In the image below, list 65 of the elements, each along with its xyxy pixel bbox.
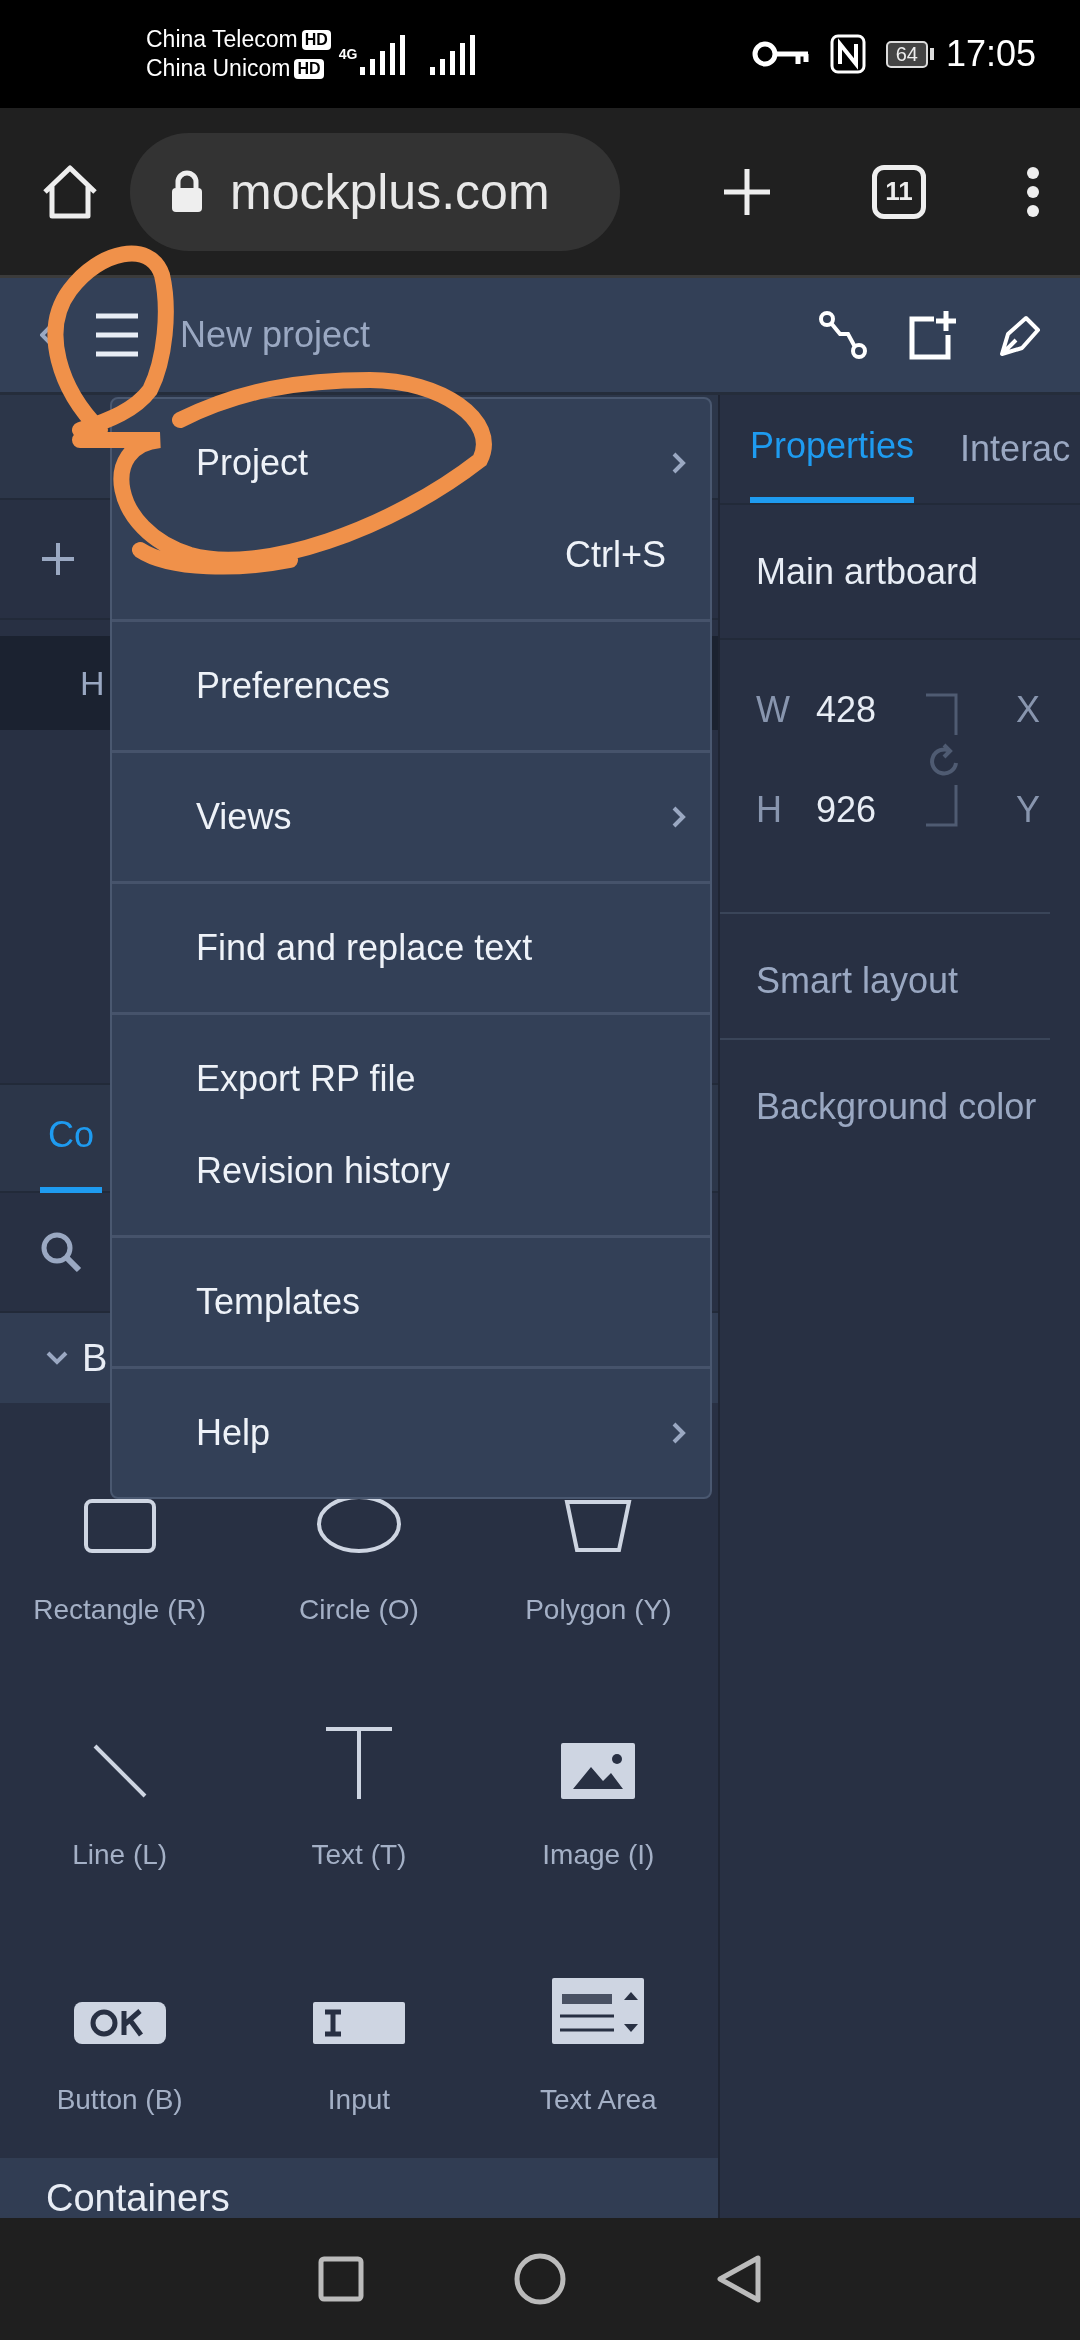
polygon-icon [563, 1498, 634, 1554]
menu-item[interactable]: Preferences [112, 640, 710, 732]
dimension-field[interactable]: 428 [816, 689, 926, 731]
section-title[interactable]: Containers [46, 2178, 230, 2218]
text-area-icon [552, 1978, 645, 2044]
project-title: New project [180, 314, 371, 356]
chevron-down-icon [46, 1351, 68, 1365]
signal-icon [357, 33, 408, 75]
address-bar[interactable]: mockplus.com [130, 132, 620, 251]
shortcut-text: Ctrl+S [564, 534, 666, 576]
section-title[interactable]: B [82, 1336, 108, 1380]
menu-item[interactable]: Revision history [112, 1125, 710, 1217]
rectangle-icon [82, 1498, 157, 1554]
menu-item[interactable]: Ctrl+S [112, 509, 710, 601]
component-label[interactable]: Rectangle (R) [33, 1594, 207, 1626]
component-label[interactable]: Button (B) [56, 2084, 183, 2116]
key-icon [751, 40, 810, 68]
section-title[interactable]: Smart layout [720, 914, 1050, 1040]
component-label[interactable]: Input [327, 2084, 391, 2116]
component-label[interactable]: Polygon (Y) [525, 1594, 672, 1626]
menu-item[interactable]: Views [112, 771, 710, 863]
component-label[interactable]: Image (I) [542, 1839, 655, 1871]
artboard-name: Main artboard [756, 550, 979, 593]
add-artboard-icon[interactable] [908, 309, 958, 361]
network-type: 4G [338, 46, 358, 62]
panel-tab[interactable]: Interac [960, 395, 1071, 503]
recent-apps-icon[interactable] [318, 2256, 364, 2302]
component-label[interactable]: Line (L) [72, 1839, 168, 1871]
back-icon[interactable] [716, 2254, 762, 2304]
component-label[interactable]: Circle (O) [299, 1594, 419, 1626]
more-icon[interactable] [1026, 165, 1040, 218]
menu-item[interactable]: Templates [112, 1256, 710, 1348]
battery-indicator: 64 [885, 40, 934, 68]
dimension-field[interactable]: 926 [816, 789, 926, 831]
menu-item[interactable]: Help [112, 1387, 710, 1479]
field-label: W [756, 689, 791, 731]
section-title[interactable]: Background color [720, 1040, 1050, 1164]
text-icon [326, 1727, 392, 1799]
carrier-name: China Unicom [146, 55, 291, 82]
field-label: X [1016, 689, 1041, 731]
panel-tab[interactable]: Properties [750, 395, 915, 503]
hd-badge: HD [294, 58, 324, 79]
home-icon[interactable] [514, 2253, 566, 2305]
field-label: H [756, 789, 783, 831]
clock-time: 17:05 [945, 33, 1036, 75]
line-icon [91, 1743, 148, 1799]
menu-item[interactable]: Export RP file [112, 1033, 710, 1125]
ok-button-icon [73, 2002, 166, 2044]
signal-icon [427, 33, 478, 75]
menu-item[interactable]: Find and replace text [112, 902, 710, 994]
field-label: Y [1016, 789, 1041, 831]
image-icon [561, 1743, 636, 1799]
carrier-name: China Telecom [146, 26, 298, 53]
panel-tab[interactable]: Co [40, 1083, 103, 1193]
search-icon[interactable] [40, 1231, 82, 1273]
menu-item[interactable]: Project [112, 417, 710, 509]
connection-icon[interactable] [818, 310, 868, 360]
input-icon [313, 2002, 405, 2044]
hd-badge: HD [301, 29, 331, 50]
nfc-icon [829, 34, 866, 74]
component-label[interactable]: Text (T) [311, 1839, 407, 1871]
lock-icon [170, 169, 204, 214]
tab-switcher-button[interactable]: 11 [872, 164, 926, 219]
menu-icon[interactable] [94, 313, 140, 357]
component-label[interactable]: Text Area [539, 2084, 657, 2116]
